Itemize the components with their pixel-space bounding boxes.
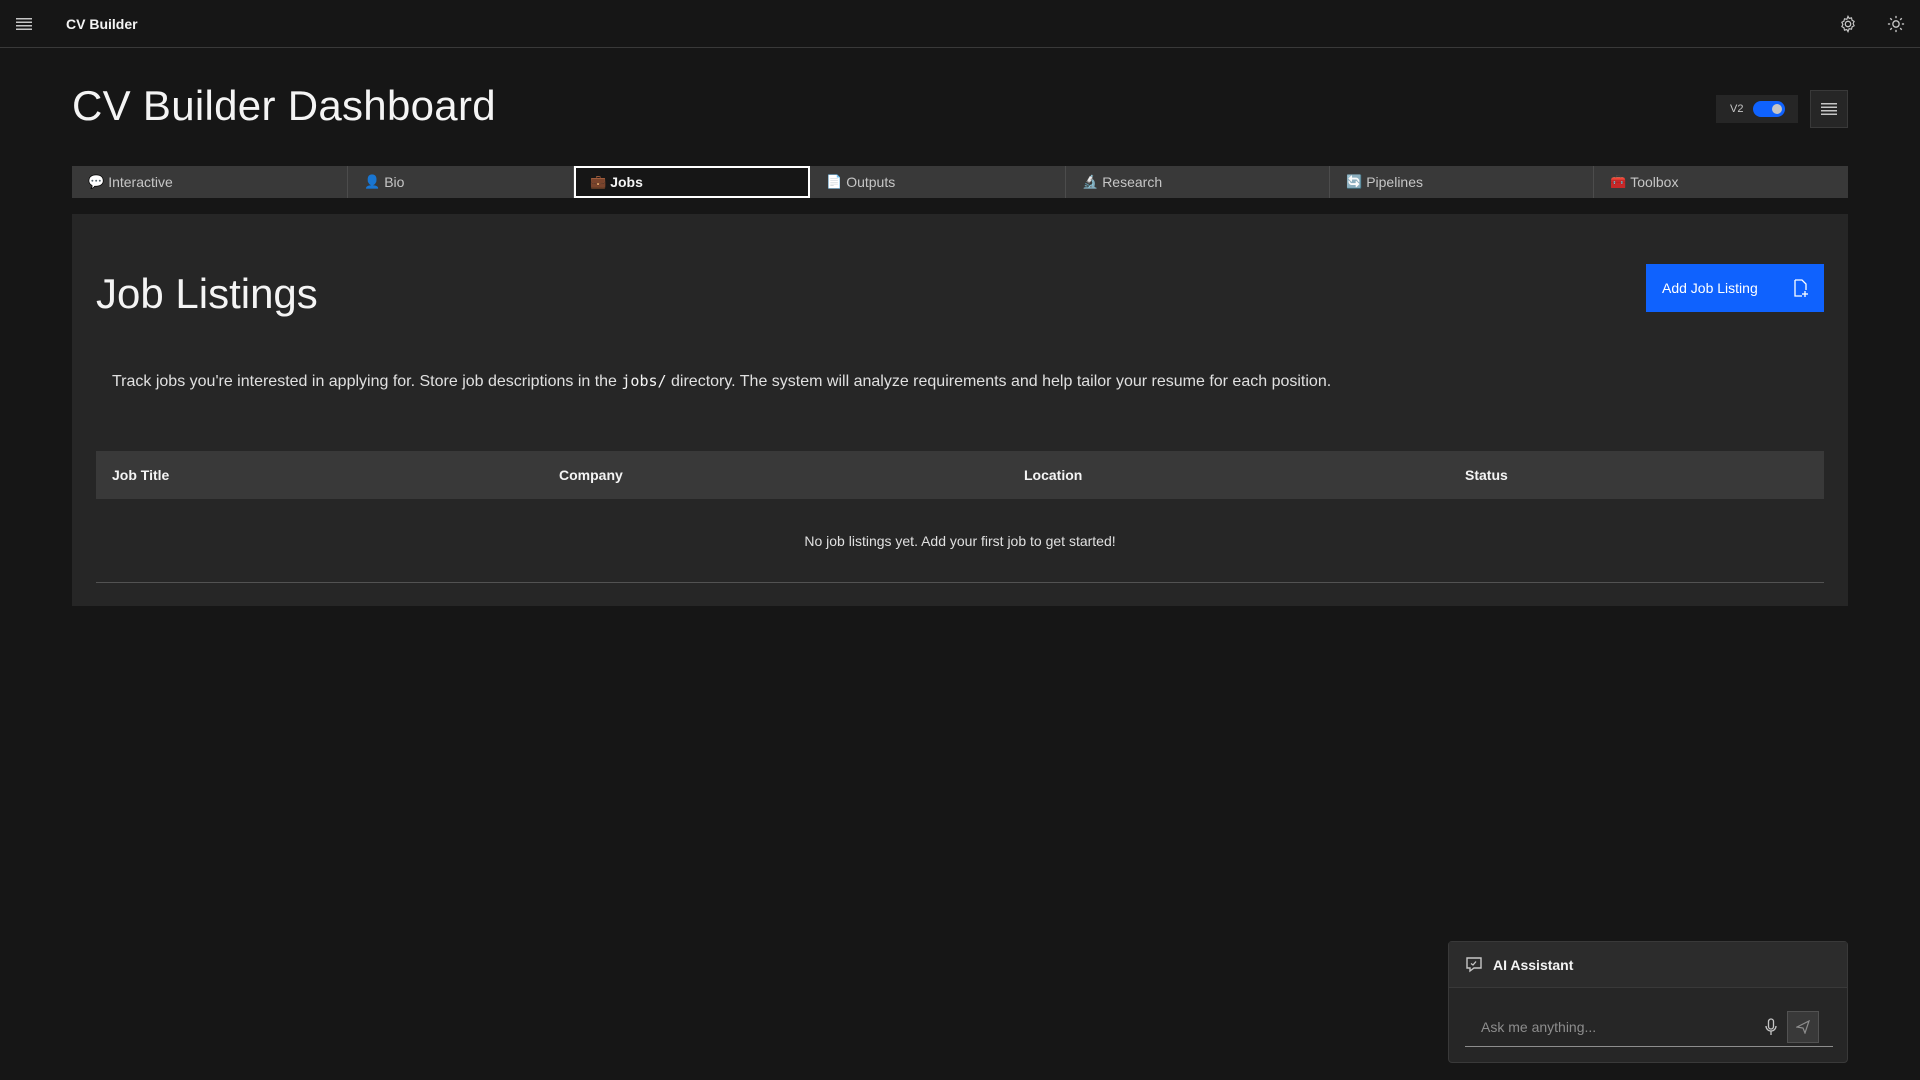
column-header-job-title[interactable]: Job Title [112,467,169,483]
person-icon: 👤 [364,174,381,189]
tab-label: Bio [384,174,405,190]
theme-sun-icon[interactable] [1872,0,1920,48]
ai-assistant-header[interactable]: AI Assistant [1449,942,1847,988]
page-title: CV Builder Dashboard [72,82,496,129]
version-toggle[interactable]: V2 [1716,95,1798,123]
tab-label: Research [1102,174,1163,190]
column-header-location[interactable]: Location [1024,467,1082,483]
empty-state-row: No job listings yet. Add your first job … [96,499,1824,583]
ai-message-input[interactable] [1465,1018,1755,1035]
list-menu-icon [1821,103,1837,115]
column-header-company[interactable]: Company [559,467,623,483]
refresh-icon: 🔄 [1346,174,1363,189]
app-name[interactable]: CV Builder [66,16,138,32]
version-label: V2 [1730,103,1744,115]
settings-gear-icon[interactable] [1824,0,1872,48]
tab-pipelines[interactable]: 🔄 Pipelines [1330,166,1594,198]
tab-label: Jobs [610,174,643,190]
table-header: Job Title Company Location Status [96,451,1824,499]
directory-code: jobs/ [621,372,667,390]
briefcase-icon: 💼 [590,174,607,189]
tab-toolbox[interactable]: 🧰 Toolbox [1594,166,1848,198]
tab-label: Interactive [108,174,173,190]
add-job-listing-button[interactable]: Add Job Listing [1646,264,1824,312]
tab-research[interactable]: 🔬 Research [1066,166,1330,198]
job-listings-table: Job Title Company Location Status No job… [96,451,1824,583]
microscope-icon: 🔬 [1082,174,1099,189]
add-job-label: Add Job Listing [1662,280,1758,296]
toolbox-icon: 🧰 [1610,174,1627,189]
job-listings-panel: Job Listings Add Job Listing Track jobs … [72,214,1848,606]
options-menu-button[interactable] [1810,90,1848,128]
microphone-icon[interactable] [1755,1011,1787,1043]
empty-state-message: No job listings yet. Add your first job … [804,532,1116,549]
ai-assistant-panel: AI Assistant [1448,941,1848,1063]
hamburger-menu-icon[interactable] [0,0,48,48]
chat-bubble-icon: 💬 [88,174,105,189]
top-bar: CV Builder [0,0,1920,48]
description-text: Track jobs you're interested in applying… [112,373,622,390]
tab-outputs[interactable]: 📄 Outputs [810,166,1066,198]
tab-label: Pipelines [1366,174,1424,190]
section-title: Job Listings [96,270,318,317]
version-switch[interactable] [1753,101,1786,117]
tab-jobs[interactable]: 💼 Jobs [574,166,810,198]
tab-bar: 💬 Interactive 👤 Bio 💼 Jobs 📄 Outputs 🔬 Resear… [72,166,1848,198]
ai-input-row [1465,1007,1833,1047]
tab-label: Outputs [846,174,896,190]
tab-label: Toolbox [1630,174,1679,190]
description-text: directory. The system will analyze requi… [666,373,1332,390]
section-description: Track jobs you're interested in applying… [112,370,1331,394]
tab-bio[interactable]: 👤 Bio [348,166,574,198]
switch-knob [1772,104,1783,114]
ai-assistant-title: AI Assistant [1493,956,1574,973]
send-button[interactable] [1787,1010,1819,1043]
tab-interactive[interactable]: 💬 Interactive [72,166,348,198]
send-arrow-icon [1796,1019,1810,1034]
chat-icon [1465,956,1483,974]
column-header-status[interactable]: Status [1465,467,1508,483]
add-document-icon [1794,279,1808,297]
document-icon: 📄 [826,174,843,189]
